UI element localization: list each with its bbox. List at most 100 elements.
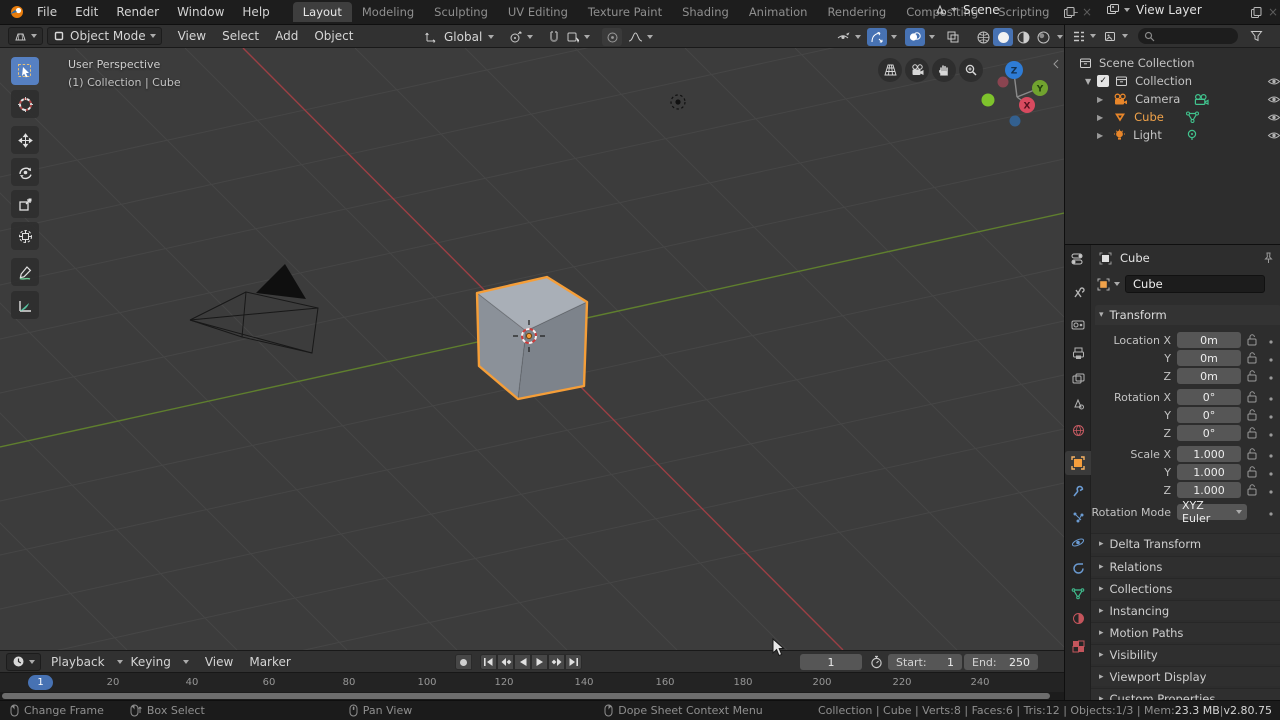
workspace-tab-rendering[interactable]: Rendering bbox=[817, 2, 896, 22]
snap-target-icon[interactable] bbox=[566, 30, 580, 44]
play-reverse-button[interactable] bbox=[514, 654, 531, 670]
tab-output[interactable] bbox=[1065, 341, 1091, 365]
camera-view-button[interactable] bbox=[905, 58, 929, 82]
rotation-x-field[interactable]: 0° bbox=[1177, 389, 1241, 405]
location-x-field[interactable]: 0m bbox=[1177, 332, 1241, 348]
rotation-y-field[interactable]: 0° bbox=[1177, 407, 1241, 423]
menu-add[interactable]: Add bbox=[267, 29, 306, 43]
tool-rotate[interactable] bbox=[11, 158, 39, 186]
jump-to-start-button[interactable] bbox=[480, 654, 497, 670]
scale-x-field[interactable]: 1.000 bbox=[1177, 446, 1241, 462]
outliner-row-cube[interactable]: ▶ Cube bbox=[1065, 108, 1280, 126]
outliner-row-camera[interactable]: ▶ Camera bbox=[1065, 90, 1280, 108]
menu-edit[interactable]: Edit bbox=[66, 5, 107, 19]
workspace-tab-uv-editing[interactable]: UV Editing bbox=[498, 2, 578, 22]
expand-arrow-icon[interactable]: ▶ bbox=[1097, 95, 1103, 104]
timeline-scrollbar-thumb[interactable] bbox=[2, 693, 1050, 699]
stopwatch-icon[interactable] bbox=[870, 655, 883, 669]
tab-world[interactable] bbox=[1065, 418, 1091, 442]
overlays-toggle-icon[interactable] bbox=[905, 28, 925, 46]
expand-arrow-icon[interactable]: ▶ bbox=[1097, 113, 1103, 122]
menu-keying[interactable]: Keying bbox=[123, 655, 179, 669]
scene-selector[interactable]: Scene bbox=[933, 3, 1000, 17]
filter-funnel-icon[interactable] bbox=[1250, 30, 1263, 42]
xray-toggle-icon[interactable] bbox=[943, 28, 963, 46]
menu-file[interactable]: File bbox=[28, 5, 66, 19]
new-scene-icon[interactable] bbox=[1063, 6, 1076, 19]
auto-keyframe-button[interactable] bbox=[455, 654, 472, 670]
orientation-label[interactable]: Global bbox=[444, 30, 482, 44]
expand-arrow-icon[interactable]: ▶ bbox=[1097, 131, 1103, 140]
outliner-row-collection[interactable]: ▼ ✓ Collection bbox=[1065, 72, 1280, 90]
tool-scale[interactable] bbox=[11, 190, 39, 218]
next-keyframe-button[interactable] bbox=[548, 654, 565, 670]
object-visibility-icon[interactable] bbox=[836, 31, 851, 44]
tool-measure[interactable] bbox=[11, 291, 39, 319]
viewport-3d[interactable]: Z Y X User Perspective (1) Collection | … bbox=[0, 48, 1064, 650]
tab-physics[interactable] bbox=[1065, 530, 1091, 554]
menu-playback[interactable]: Playback bbox=[43, 655, 113, 669]
mesh-data-icon[interactable] bbox=[1185, 110, 1200, 124]
menu-marker[interactable]: Marker bbox=[241, 655, 298, 669]
gizmos-toggle-icon[interactable] bbox=[867, 28, 887, 46]
play-button[interactable] bbox=[531, 654, 548, 670]
tab-constraints[interactable] bbox=[1065, 556, 1091, 580]
rotation-z-field[interactable]: 0° bbox=[1177, 425, 1241, 441]
outliner-row-light[interactable]: ▶ Light bbox=[1065, 126, 1280, 144]
remove-view-layer-icon[interactable]: × bbox=[1268, 5, 1278, 19]
panel-visibility[interactable]: ▸ Visibility bbox=[1091, 644, 1280, 664]
tool-annotate[interactable] bbox=[11, 258, 39, 286]
eye-icon[interactable] bbox=[1267, 130, 1280, 141]
tab-scene[interactable] bbox=[1065, 392, 1091, 416]
transform-panel-header[interactable]: ▾ Transform bbox=[1095, 305, 1280, 325]
panel-relations[interactable]: ▸ Relations bbox=[1091, 556, 1280, 576]
scale-z-field[interactable]: 1.000 bbox=[1177, 482, 1241, 498]
tool-move[interactable] bbox=[11, 126, 39, 154]
collection-checkbox[interactable]: ✓ bbox=[1097, 75, 1110, 87]
tab-view-layer[interactable] bbox=[1065, 367, 1091, 391]
tab-tool[interactable] bbox=[1065, 281, 1091, 305]
location-z-field[interactable]: 0m bbox=[1177, 368, 1241, 384]
mode-selector[interactable]: Object Mode bbox=[47, 27, 162, 45]
frame-start-field[interactable]: Start: 1 bbox=[888, 654, 962, 670]
shading-rendered-icon[interactable] bbox=[1033, 28, 1053, 46]
workspace-tab-texture-paint[interactable]: Texture Paint bbox=[578, 2, 672, 22]
editor-type-button[interactable] bbox=[8, 27, 43, 45]
expand-arrow-icon[interactable]: ▼ bbox=[1085, 77, 1091, 86]
falloff-curve-icon[interactable] bbox=[628, 31, 643, 43]
current-frame-marker[interactable]: 1 bbox=[28, 675, 53, 690]
pivot-point-icon[interactable] bbox=[508, 30, 523, 45]
timeline-editor-type-button[interactable] bbox=[6, 652, 41, 671]
shading-solid-icon[interactable] bbox=[993, 28, 1013, 46]
workspace-tab-animation[interactable]: Animation bbox=[739, 2, 818, 22]
workspace-tab-shading[interactable]: Shading bbox=[672, 2, 739, 22]
object-id-icon[interactable] bbox=[1097, 278, 1110, 291]
outliner-row-scene-collection[interactable]: Scene Collection bbox=[1065, 54, 1280, 72]
new-view-layer-icon[interactable] bbox=[1250, 6, 1263, 19]
tab-render[interactable] bbox=[1065, 313, 1091, 337]
camera-data-icon[interactable] bbox=[1193, 93, 1209, 106]
prev-keyframe-button[interactable] bbox=[497, 654, 514, 670]
gizmo-neg-x-ball[interactable] bbox=[997, 76, 1009, 88]
frame-end-field[interactable]: End: 250 bbox=[964, 654, 1038, 670]
outliner-display-mode-icon[interactable] bbox=[1072, 30, 1086, 43]
tab-material[interactable] bbox=[1065, 606, 1091, 630]
editor-type-properties-icon[interactable] bbox=[1065, 247, 1091, 271]
tab-texture[interactable] bbox=[1065, 634, 1091, 658]
panel-instancing[interactable]: ▸ Instancing bbox=[1091, 600, 1280, 620]
current-frame-field[interactable]: 1 bbox=[800, 654, 862, 670]
zoom-view-button[interactable] bbox=[959, 58, 983, 82]
location-y-field[interactable]: 0m bbox=[1177, 350, 1241, 366]
tool-transform[interactable] bbox=[11, 222, 39, 250]
eye-icon[interactable] bbox=[1267, 112, 1280, 123]
timeline-scrollbar[interactable] bbox=[0, 692, 1064, 700]
snap-magnet-icon[interactable] bbox=[547, 30, 561, 44]
pan-view-button[interactable] bbox=[932, 58, 956, 82]
menu-select[interactable]: Select bbox=[214, 29, 267, 43]
menu-render[interactable]: Render bbox=[107, 5, 168, 19]
tab-object-data[interactable] bbox=[1065, 581, 1091, 605]
jump-to-end-button[interactable] bbox=[565, 654, 582, 670]
light-data-icon[interactable] bbox=[1185, 128, 1199, 142]
view-layer-selector[interactable]: View Layer bbox=[1106, 3, 1202, 17]
timeline-ruler[interactable]: 1 20 40 60 80 100 120 140 160 180 200 22… bbox=[0, 672, 1064, 692]
